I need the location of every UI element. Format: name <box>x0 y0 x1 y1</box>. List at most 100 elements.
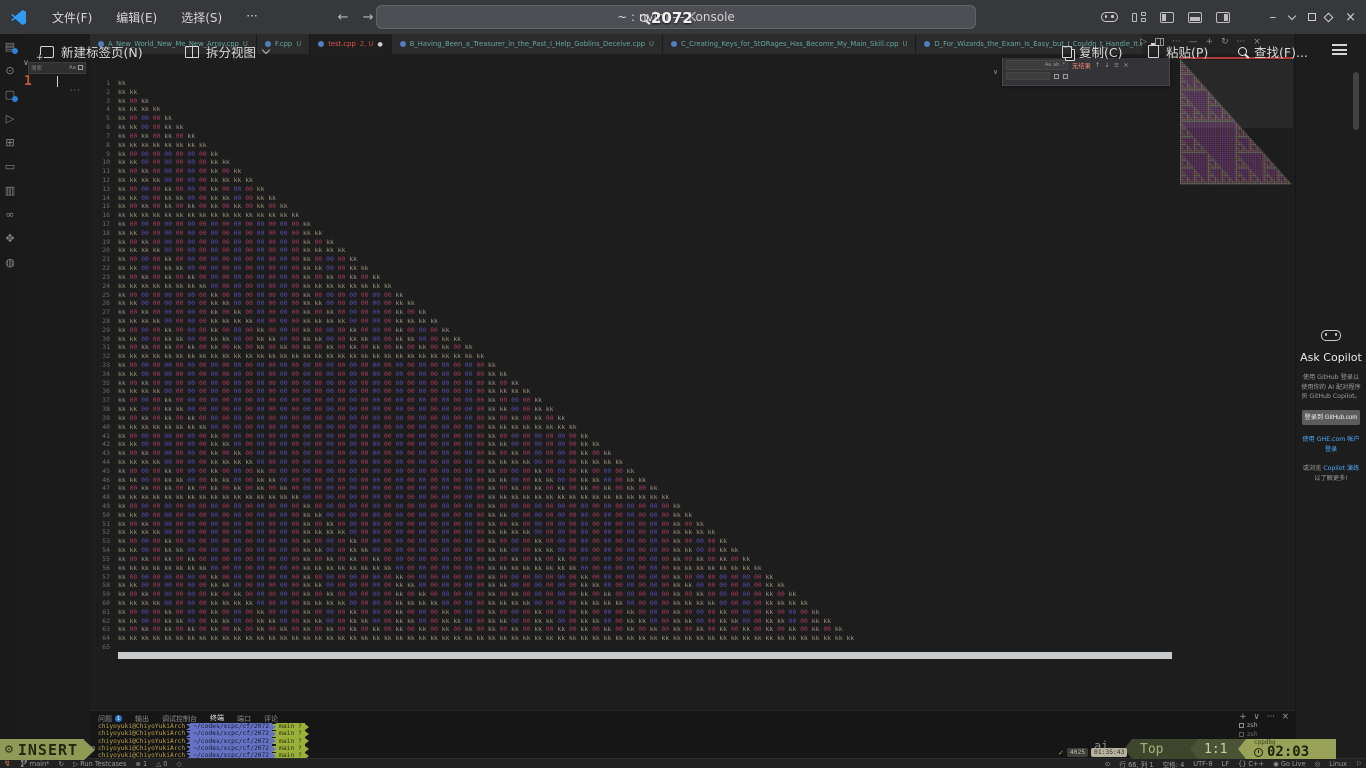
find-input[interactable]: Aa ab .* <box>1006 60 1068 70</box>
restore-button[interactable] <box>1308 13 1316 21</box>
paste-button[interactable]: 粘贴(P) <box>1148 42 1208 61</box>
match-case-icon[interactable]: Aa <box>1045 63 1051 68</box>
close-button[interactable]: × <box>1345 11 1356 24</box>
warn-icon: △ <box>156 760 161 768</box>
ghe-signin-link[interactable]: 使用 GHE.com 帐户登录 <box>1300 435 1362 454</box>
toggle-primary-sidebar-icon[interactable] <box>1160 12 1174 23</box>
nav-forward-icon[interactable]: → <box>363 10 374 25</box>
golive-icon: ◉ <box>1273 760 1279 768</box>
terminal-list-item[interactable]: zsh <box>1239 721 1291 730</box>
activity-debug[interactable]: ▷ <box>0 106 20 130</box>
editor-action-icon[interactable]: ▷ <box>1140 37 1147 47</box>
flag-icon: ⚐ <box>1356 760 1362 768</box>
badge-dot <box>12 96 18 102</box>
activity-chart[interactable]: ▥ <box>0 178 20 202</box>
replace-input[interactable] <box>1006 72 1050 80</box>
find-toggle-chevron-icon[interactable]: ∨ <box>993 68 998 76</box>
hamburger-menu[interactable] <box>1332 44 1347 55</box>
activity-monitor[interactable]: ▭ <box>0 154 20 178</box>
keep-above-icon[interactable] <box>1324 12 1334 22</box>
text-caret <box>57 76 58 87</box>
walkthrough-link[interactable]: Copilot 演练 <box>1323 465 1359 472</box>
find-button[interactable]: 查找(F)... <box>1238 42 1308 61</box>
find-in-selection-icon[interactable]: ≡ <box>1114 61 1119 69</box>
hamburger-icon <box>1332 44 1347 55</box>
cpp-file-icon <box>400 41 406 47</box>
tab-dirty-badge: U <box>902 40 907 48</box>
encoding[interactable]: UTF-8 <box>1193 760 1212 768</box>
toggle-panel-icon[interactable] <box>1188 12 1202 23</box>
activity-search[interactable]: ⊙ <box>0 58 20 82</box>
editor-tab[interactable]: test.cpp2, U● <box>310 34 391 54</box>
replace-icon[interactable] <box>1054 74 1059 79</box>
remote-indicator-icon[interactable]: ↯ <box>4 759 11 768</box>
menu-selection[interactable]: 选择(S) <box>169 9 234 26</box>
search-input[interactable]: 搜索 Aa <box>28 62 86 74</box>
activity-remote[interactable]: ▢ <box>0 82 20 106</box>
scrollbar-thumb[interactable] <box>1353 72 1359 130</box>
activity-misc[interactable]: ✥ <box>0 226 20 250</box>
line-numbers: 1 2 3 4 5 6 7 8 9 10 11 12 13 14 15 16 1… <box>95 79 110 652</box>
sync-indicator[interactable]: ↻ <box>58 760 64 768</box>
terminal-output[interactable]: chiyoyuki@ChiyoYukiArch~/codes/xcpc/cf/2… <box>98 723 309 760</box>
check-icon: ✓ <box>1058 749 1064 757</box>
menu-more[interactable]: ··· <box>234 9 269 26</box>
customize-layout-icon[interactable] <box>1132 12 1146 23</box>
terminal-prompt-line: chiyoyuki@ChiyoYukiArch~/codes/xcpc/cf/2… <box>98 730 309 737</box>
diamond-icon: ◇ <box>176 760 181 768</box>
port-indicator[interactable]: ◎ <box>1315 760 1321 768</box>
copilot-icon[interactable] <box>1101 12 1118 22</box>
editor-tab[interactable]: C_Creating_Keys_for_StORages_Has_Become_… <box>663 34 916 54</box>
branch-indicator[interactable]: main* <box>20 759 50 768</box>
cursor-position[interactable]: 行 66, 列 1 <box>1119 759 1153 768</box>
toggle-icon[interactable] <box>78 65 83 70</box>
find-close-icon[interactable]: × <box>1123 61 1128 69</box>
terminal-prompt-line: chiyoyuki@ChiyoYukiArch~/codes/xcpc/cf/2… <box>98 738 309 745</box>
os-indicator[interactable]: Linux <box>1329 760 1347 768</box>
language-mode[interactable]: {}C++ <box>1238 760 1264 768</box>
errors-count[interactable]: ⊗1 <box>135 760 147 768</box>
menu-file[interactable]: 文件(F) <box>40 9 104 26</box>
activity-explorer[interactable]: ▤ <box>0 34 20 58</box>
eol[interactable]: LF <box>1222 760 1229 768</box>
branch-icon <box>20 759 28 768</box>
toggle-secondary-sidebar-icon[interactable] <box>1216 12 1230 23</box>
tab-label: B_Having_Been_a_Treasurer_in_the_Past_I_… <box>410 40 645 48</box>
activity-globe[interactable]: ◍ <box>0 250 20 274</box>
minimize-button[interactable]: – <box>1270 11 1277 24</box>
minimap-slider[interactable] <box>1180 60 1293 128</box>
editor-action-icon[interactable]: ↻ <box>1221 37 1229 47</box>
activity-network[interactable]: ∞ <box>0 202 20 226</box>
powerline-arrow <box>84 740 95 760</box>
copy-button[interactable]: 复制(C) <box>1062 42 1122 61</box>
split-view-button[interactable]: 拆分视图 <box>185 42 269 61</box>
cpp-file-icon <box>318 41 324 47</box>
whole-word-icon[interactable]: ab <box>1053 63 1059 68</box>
tab-dirty-badge: U <box>296 40 301 48</box>
nav-back-icon[interactable]: ← <box>338 10 349 25</box>
chevron-down-icon[interactable] <box>1288 11 1296 19</box>
go-live[interactable]: ◉Go Live <box>1273 760 1305 768</box>
zoom-indicator[interactable]: ⊙ <box>1105 760 1111 768</box>
feedback[interactable]: ⚐ <box>1356 760 1362 768</box>
indentation[interactable]: 空格: 4 <box>1163 759 1185 768</box>
menu-edit[interactable]: 编辑(E) <box>104 9 169 26</box>
find-prev-icon[interactable]: ↑ <box>1095 61 1100 69</box>
replace-all-icon[interactable] <box>1063 74 1068 79</box>
editor-tab[interactable]: B_Having_Been_a_Treasurer_in_the_Past_I_… <box>392 34 663 54</box>
terminal-editor-area[interactable]: 1 2 3 4 5 6 7 8 9 10 11 12 13 14 15 16 1… <box>90 54 1295 710</box>
more-actions-icon[interactable]: ··· <box>70 86 81 95</box>
signin-github-button[interactable]: 登录到 GitHub.com <box>1302 410 1360 425</box>
find-next-icon[interactable]: ↓ <box>1104 61 1109 69</box>
activity-extensions[interactable]: ⊞ <box>0 130 20 154</box>
run-testcases[interactable]: ▷Run Testcases <box>73 760 126 768</box>
regex-icon[interactable]: .* <box>1061 63 1065 68</box>
match-case-icon[interactable]: Aa <box>69 65 76 71</box>
application-window: 文件(F)编辑(E)选择(S)··· ← → ~ : nvim — Konsol… <box>0 0 1366 768</box>
clock-label: 02:03 <box>1267 746 1309 759</box>
terminal-icon <box>1239 732 1244 737</box>
extension-indicator[interactable]: ◇ <box>176 760 181 768</box>
terminal-list-item[interactable]: zsh <box>1239 730 1291 739</box>
new-tab-button[interactable]: 新建标签页(N) <box>40 42 143 61</box>
warnings-count[interactable]: △0 <box>156 760 167 768</box>
